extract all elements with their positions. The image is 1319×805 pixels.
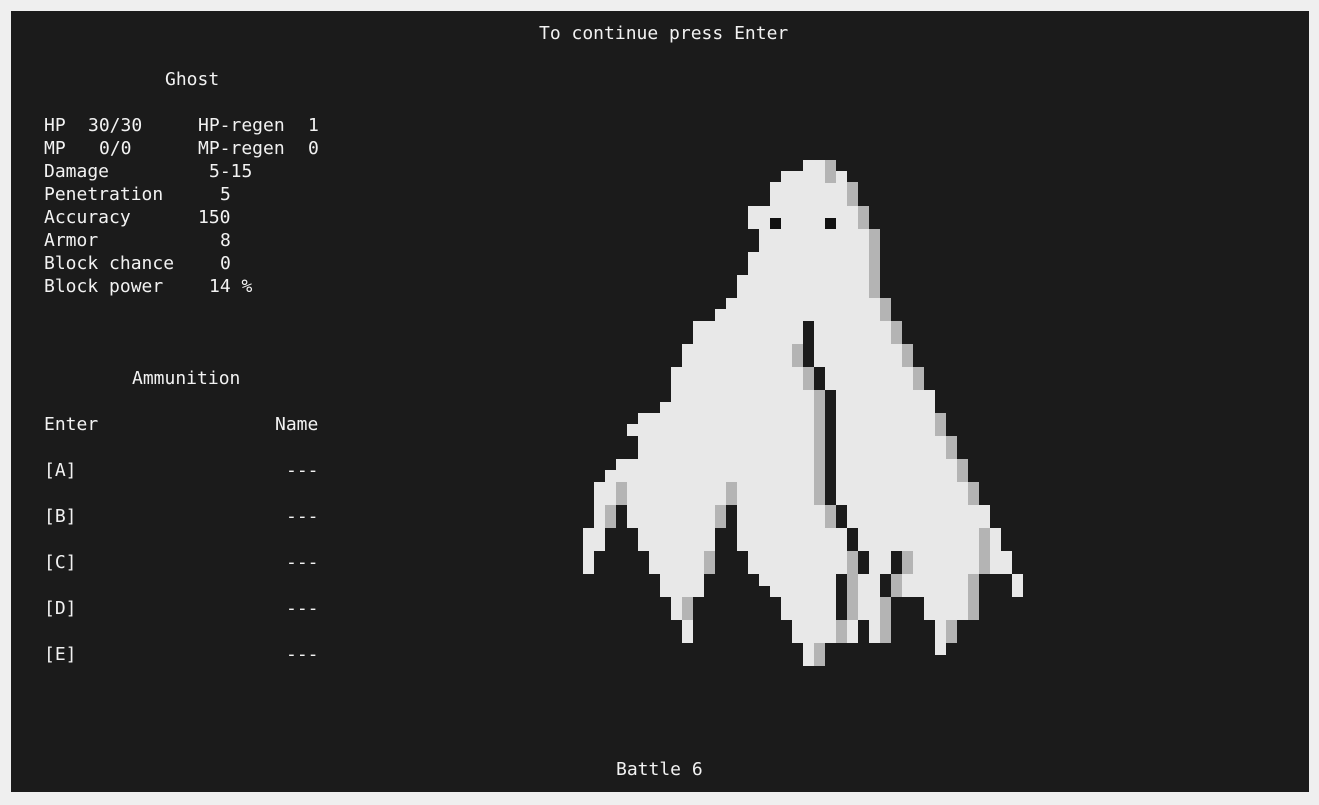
ghost-eye-right — [825, 218, 836, 229]
game-console: To continue press Enter Ghost HP 30/30 H… — [11, 11, 1309, 792]
battle-counter: Battle 6 — [616, 759, 703, 780]
ghost-eye-left — [770, 218, 781, 229]
ghost-sprite — [583, 160, 1023, 666]
ghost-body — [583, 160, 1023, 666]
